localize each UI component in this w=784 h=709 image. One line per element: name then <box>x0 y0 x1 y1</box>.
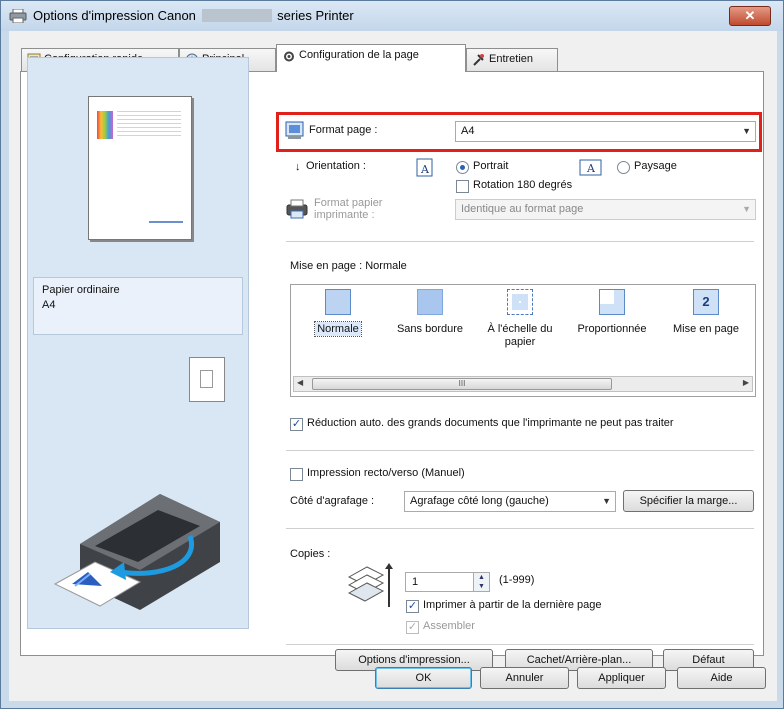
duplex-checkbox[interactable] <box>290 468 303 481</box>
printer-paper-icon <box>286 199 308 219</box>
stapling-label: Côté d'agrafage : <box>290 495 375 507</box>
apply-button[interactable]: Appliquer <box>577 667 666 689</box>
orientation-label: Orientation : <box>306 160 366 172</box>
tab-page-setup-label: Configuration de la page <box>299 49 419 61</box>
print-options-window: Options d'impression Canon series Printe… <box>0 0 784 709</box>
window-title-suffix: series Printer <box>277 8 354 23</box>
normal-layout-icon <box>325 289 351 315</box>
layout-option-scaled-label: Proportionnée <box>577 323 647 335</box>
cancel-button[interactable]: Annuler <box>480 667 569 689</box>
layout-current-value: Normale <box>365 260 407 272</box>
printer-paper-value: Identique au format page <box>461 203 584 215</box>
page-preview <box>88 96 192 240</box>
stapling-value: Agrafage côté long (gauche) <box>410 495 549 507</box>
reverse-order-label: Imprimer à partir de la dernière page <box>423 599 602 611</box>
paper-size-text: A4 <box>42 299 56 311</box>
chevron-down-icon: ▼ <box>602 496 611 506</box>
portrait-label: Portrait <box>473 160 509 172</box>
collate-label: Assembler <box>423 620 475 632</box>
title-bar: Options d'impression Canon series Printe… <box>1 1 783 31</box>
copies-range: (1-999) <box>499 574 535 586</box>
divider <box>286 450 754 451</box>
layout-option-fit-to-paper-label-2: papier <box>504 336 536 348</box>
spin-arrows-icon[interactable]: ▲ ▼ <box>473 573 489 591</box>
page-setup-icon <box>284 51 294 62</box>
paper-info-box: Papier ordinaire A4 <box>33 277 243 335</box>
collate-checkbox[interactable]: ✓ <box>406 621 419 634</box>
copies-stack-icon <box>347 563 393 607</box>
dialog-client-area: Configuration rapide Principal Configura… <box>9 31 777 701</box>
layout-option-scaled[interactable]: Proportionnée <box>569 289 655 336</box>
tab-page-setup[interactable]: Configuration de la page <box>276 44 466 72</box>
window-title: Options d'impression Canon series Printe… <box>33 8 354 23</box>
rotate-180-checkbox[interactable] <box>456 180 469 193</box>
printer-icon <box>9 9 27 23</box>
landscape-icon: A <box>579 159 602 176</box>
redacted-model <box>201 9 272 22</box>
maintenance-icon <box>473 54 484 66</box>
layout-option-normal-label: Normale <box>314 321 362 337</box>
window-title-prefix: Options d'impression Canon <box>33 8 196 23</box>
layout-option-fit-to-paper[interactable]: À l'échelle du papier <box>477 289 563 349</box>
close-icon: ✕ <box>744 8 756 23</box>
auto-reduce-checkbox[interactable]: ✓ <box>290 418 303 431</box>
layout-label: Mise en page : <box>290 260 363 272</box>
format-page-highlight <box>276 112 762 152</box>
portrait-radio[interactable] <box>456 161 469 174</box>
help-button[interactable]: Aide <box>677 667 766 689</box>
printer-paper-select[interactable]: Identique au format page ▼ <box>455 199 756 220</box>
tab-maintenance-label: Entretien <box>489 53 534 65</box>
svg-text:A: A <box>420 163 430 176</box>
copies-label: Copies : <box>290 548 331 560</box>
layout-option-normal[interactable]: Normale <box>295 289 381 337</box>
scroll-right-icon[interactable]: ▶ <box>743 378 749 387</box>
printer-illustration-icon <box>53 494 220 610</box>
layout-option-page-layout[interactable]: 2 Mise en page <box>663 289 749 336</box>
borderless-layout-icon <box>417 289 443 315</box>
media-type-text: Papier ordinaire <box>42 284 120 296</box>
down-arrow-icon: ↓ <box>295 161 301 173</box>
layout-horizontal-scrollbar[interactable]: ◀ III ▶ <box>293 376 753 392</box>
divider <box>286 644 754 645</box>
svg-text:A: A <box>586 162 596 175</box>
print-preview-pane: Papier ordinaire A4 <box>27 57 249 629</box>
paper-orientation-icon <box>189 357 225 402</box>
stapling-select[interactable]: Agrafage côté long (gauche) ▼ <box>404 491 616 512</box>
specify-margin-button[interactable]: Spécifier la marge... <box>623 490 754 512</box>
printer-paper-label-line2: imprimante : <box>314 209 375 221</box>
scroll-thumb[interactable]: III <box>312 378 612 390</box>
preview-image-block <box>97 111 113 139</box>
layout-selector: Normale Sans bordure À l'échelle du papi… <box>290 284 756 397</box>
scroll-left-icon[interactable]: ◀ <box>297 378 303 387</box>
printer-paper-label: Format papier imprimante : <box>314 197 382 221</box>
reverse-order-checkbox[interactable]: ✓ <box>406 600 419 613</box>
chevron-down-icon: ▼ <box>742 204 751 214</box>
layout-label-row: Mise en page : Normale <box>290 260 407 272</box>
divider <box>286 528 754 529</box>
layout-option-borderless-label: Sans bordure <box>396 323 464 335</box>
portrait-icon: A <box>416 158 433 177</box>
layout-option-fit-to-paper-label: À l'échelle du <box>487 323 553 335</box>
fit-to-paper-icon <box>507 289 533 315</box>
layout-option-borderless[interactable]: Sans bordure <box>387 289 473 336</box>
copies-spinner[interactable]: 1 ▲ ▼ <box>405 572 490 592</box>
copies-value: 1 <box>412 576 419 588</box>
ok-button[interactable]: OK <box>375 667 472 689</box>
tab-maintenance[interactable]: Entretien <box>466 48 558 71</box>
auto-reduce-label: Réduction auto. des grands documents que… <box>307 417 674 429</box>
scroll-thumb-grip: III <box>458 379 466 388</box>
layout-option-page-layout-label: Mise en page <box>672 323 740 335</box>
printer-paper-label-line1: Format papier <box>314 197 383 209</box>
divider <box>286 241 754 242</box>
scaled-layout-icon <box>599 289 625 315</box>
rotate-180-label: Rotation 180 degrés <box>473 179 573 191</box>
page-layout-icon: 2 <box>693 289 719 315</box>
duplex-label: Impression recto/verso (Manuel) <box>307 467 465 479</box>
preview-footer-line <box>149 221 183 223</box>
close-button[interactable]: ✕ <box>729 6 771 26</box>
landscape-label: Paysage <box>634 160 677 172</box>
preview-text-lines <box>117 111 181 139</box>
landscape-radio[interactable] <box>617 161 630 174</box>
